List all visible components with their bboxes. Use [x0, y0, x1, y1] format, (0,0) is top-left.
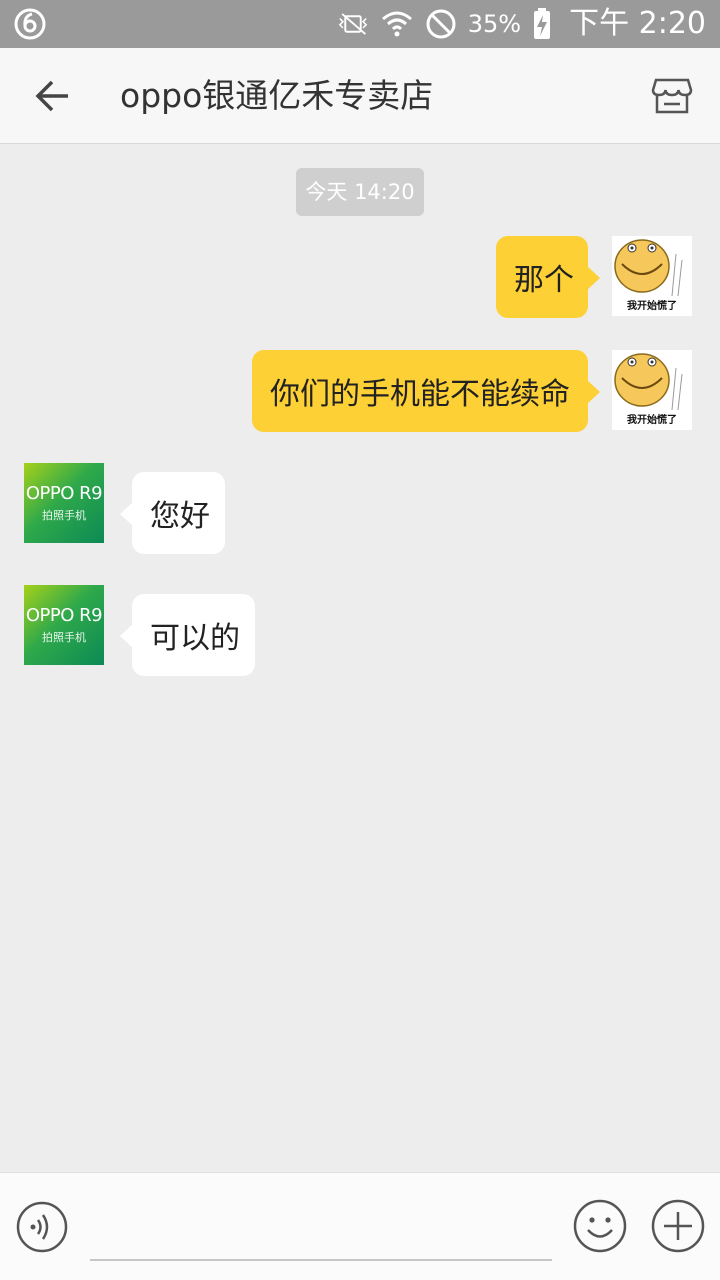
plus-icon[interactable]: [651, 1199, 705, 1253]
status-bar: 35% 下午 2:20: [0, 0, 720, 48]
battery-charging-icon: [531, 7, 553, 41]
store-icon[interactable]: [650, 76, 694, 116]
message-bubble-outgoing[interactable]: 你们的手机能不能续命: [252, 350, 600, 432]
message-bubble-outgoing[interactable]: 那个: [496, 236, 600, 318]
shop-avatar-brand: OPPO R9: [25, 483, 103, 504]
shop-avatar-subtitle: 拍照手机: [42, 509, 86, 522]
page-title: oppo银通亿禾专卖店: [120, 76, 434, 115]
do-not-disturb-icon: [424, 7, 458, 41]
arrow-left-icon[interactable]: [30, 74, 74, 118]
message-input-bar: [0, 1172, 720, 1280]
shop-avatar-brand: OPPO R9: [25, 605, 103, 626]
panic-face-sticker-icon: [614, 239, 683, 297]
sticker-caption: 我开始慌了: [627, 415, 677, 426]
battery-percent: 35%: [467, 10, 522, 38]
message-bubble-incoming[interactable]: 可以的: [120, 594, 255, 676]
shop-avatar[interactable]: OPPO R9 拍照手机: [24, 463, 104, 543]
netease-music-icon: [14, 8, 46, 40]
message-bubble-incoming[interactable]: 您好: [120, 472, 225, 554]
vibrate-mute-icon: [336, 7, 370, 41]
wifi-icon: [380, 7, 414, 41]
avatar[interactable]: 我开始慌了: [612, 236, 692, 316]
message-input[interactable]: [90, 1213, 552, 1261]
clock: 下午 2:20: [569, 6, 706, 41]
panic-face-sticker-icon: [614, 353, 683, 411]
voice-icon[interactable]: [16, 1201, 68, 1253]
avatar[interactable]: 我开始慌了: [612, 350, 692, 430]
shop-avatar-subtitle: 拍照手机: [42, 631, 86, 644]
shop-avatar[interactable]: OPPO R9 拍照手机: [24, 585, 104, 665]
chat-timestamp: 今天 14:20: [296, 168, 424, 216]
emoji-icon[interactable]: [573, 1199, 627, 1253]
chat-header: oppo银通亿禾专卖店: [0, 48, 720, 144]
sticker-caption: 我开始慌了: [627, 301, 677, 312]
